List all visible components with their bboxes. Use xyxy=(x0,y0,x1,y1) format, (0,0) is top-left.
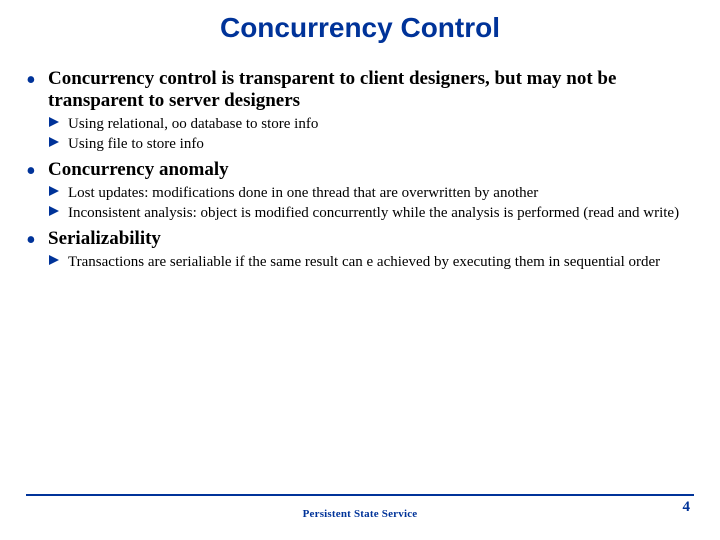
bullet-dot-icon: • xyxy=(26,68,48,90)
arrow-right-icon xyxy=(48,115,68,128)
bullet-dot-icon: • xyxy=(26,159,48,181)
arrow-right-icon xyxy=(48,253,68,266)
list-item-text: Concurrency anomaly xyxy=(48,159,229,181)
slide-content: • Concurrency control is transparent to … xyxy=(26,62,694,271)
sub-list-item-text: Inconsistent analysis: object is modifie… xyxy=(68,204,679,222)
sub-list-item: Transactions are serialiable if the same… xyxy=(48,253,694,271)
arrow-right-icon xyxy=(48,204,68,217)
arrow-right-icon xyxy=(48,135,68,148)
sub-list-item: Inconsistent analysis: object is modifie… xyxy=(48,204,694,222)
sub-list-item: Lost updates: modifications done in one … xyxy=(48,184,694,202)
slide-title: Concurrency Control xyxy=(0,12,720,44)
sub-list-item-text: Using relational, oo database to store i… xyxy=(68,115,318,133)
list-item: • Serializability xyxy=(26,228,694,250)
sub-list-item: Using relational, oo database to store i… xyxy=(48,115,694,133)
sub-list-item-text: Lost updates: modifications done in one … xyxy=(68,184,538,202)
sub-list-item: Using file to store info xyxy=(48,135,694,153)
sub-list-item-text: Transactions are serialiable if the same… xyxy=(68,253,660,271)
list-item-text: Serializability xyxy=(48,228,161,250)
bullet-dot-icon: • xyxy=(26,228,48,250)
arrow-right-icon xyxy=(48,184,68,197)
slide: Concurrency Control • Concurrency contro… xyxy=(0,0,720,540)
list-item-text: Concurrency control is transparent to cl… xyxy=(48,68,694,113)
sub-list-item-text: Using file to store info xyxy=(68,135,204,153)
footer-divider xyxy=(26,494,694,496)
page-number: 4 xyxy=(683,499,691,516)
list-item: • Concurrency control is transparent to … xyxy=(26,68,694,113)
footer-text: Persistent State Service xyxy=(0,508,720,520)
list-item: • Concurrency anomaly xyxy=(26,159,694,181)
